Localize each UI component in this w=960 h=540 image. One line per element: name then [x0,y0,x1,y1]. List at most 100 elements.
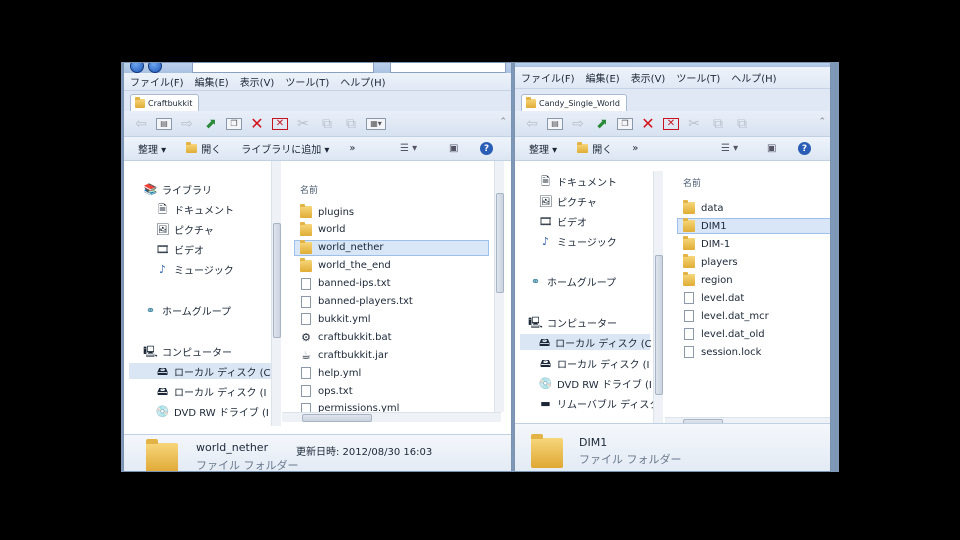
scroll-thumb[interactable] [302,414,372,422]
add-to-library-button[interactable]: ライブラリに追加 ▾ [241,141,329,156]
more-commands-button[interactable]: » [349,143,355,154]
paste-gray-icon[interactable]: ⧉ [733,116,751,132]
file-row[interactable]: level.dat [683,290,744,306]
open-button[interactable]: 開く [186,141,221,156]
file-row[interactable]: ☕ craftbukkit.jar [300,347,388,363]
forward-button[interactable] [148,63,162,73]
file-row[interactable]: banned-ips.txt [300,276,391,292]
cut-icon[interactable]: ✂ [294,116,312,132]
file-row[interactable]: ⚙ craftbukkit.bat [300,329,391,345]
menu-edit[interactable]: 編集(E) [195,74,229,89]
menu-view[interactable]: 表示(V) [240,74,275,89]
nav-videos[interactable]: 🎞 ビデオ [156,241,204,257]
nav-music[interactable]: ♪ ミュージック [156,261,234,277]
help-icon[interactable]: ? [798,142,811,155]
file-row[interactable]: banned-players.txt [300,294,413,310]
menu-help[interactable]: ヘルプ(H) [731,70,776,85]
nav-music[interactable]: ♪ ミュージック [539,233,617,249]
delete-icon[interactable]: ✕ [639,115,657,132]
tab-craftbukkit[interactable]: Craftbukkit [130,94,200,111]
nav-documents[interactable]: 🗎 ドキュメント [156,201,234,217]
navigation-scrollbar[interactable] [653,171,663,423]
column-header-name[interactable]: 名前 [683,176,701,189]
file-row[interactable]: world_the_end [300,257,391,274]
forward-gray-icon[interactable]: ⇨ [178,116,196,132]
navigation-scrollbar[interactable] [271,161,281,426]
back-gray-icon[interactable]: ⇦ [132,116,150,132]
menu-file[interactable]: ファイル(F) [130,74,184,89]
file-row[interactable]: level.dat_mcr [683,308,769,324]
more-commands-button[interactable]: » [632,143,638,154]
copy-icon[interactable]: ❐ [617,117,633,130]
preview-pane-icon[interactable]: ▣ [449,143,458,154]
scroll-thumb[interactable] [273,223,281,338]
nav-pictures[interactable]: 🖼 ピクチャ [156,221,214,237]
menu-tools[interactable]: ツール(T) [676,70,720,85]
menu-edit[interactable]: 編集(E) [586,70,620,85]
nav-homegroup[interactable]: ⚭ ホームグループ [529,273,616,289]
organize-button[interactable]: 整理 ▾ [138,141,166,156]
file-row[interactable]: ops.txt [300,383,353,399]
view-options-icon[interactable]: ☰ ▾ [721,143,738,154]
horizontal-scrollbar[interactable] [282,412,501,422]
nav-local-disk-c[interactable]: 🖴 ローカル ディスク (C [520,334,652,350]
nav-computer[interactable]: 🖳 コンピューター [143,343,232,359]
open-button[interactable]: 開く [577,141,612,156]
nav-removable-disk[interactable]: ▬ リムーバブル ディスク [539,395,655,411]
nav-dvd-drive[interactable]: 💿 DVD RW ドライブ (I [156,403,269,419]
file-row[interactable]: help.yml [300,365,361,381]
paste-gray-icon[interactable]: ⧉ [342,116,360,132]
delete-box-icon[interactable]: ✕ [663,117,679,130]
menu-tools[interactable]: ツール(T) [285,74,329,89]
file-row[interactable]: data [683,200,724,216]
delete-box-icon[interactable]: ✕ [272,117,288,130]
file-row[interactable]: DIM-1 [683,236,730,252]
nav-documents[interactable]: 🗎 ドキュメント [539,173,617,189]
delete-icon[interactable]: ✕ [248,115,266,132]
copy-gray-icon[interactable]: ⧉ [318,116,336,132]
nav-pictures[interactable]: 🖼 ピクチャ [539,193,597,209]
nav-homegroup[interactable]: ⚭ ホームグループ [144,302,231,318]
address-bar[interactable] [192,63,374,73]
cut-icon[interactable]: ✂ [685,116,703,132]
nav-computer[interactable]: 🖳 コンピューター [528,314,617,330]
copy-gray-icon[interactable]: ⧉ [709,116,727,132]
organize-button[interactable]: 整理 ▾ [529,141,557,156]
view-icon[interactable]: ▤ [156,117,172,130]
chevron-icon[interactable]: ⌃ [499,117,507,127]
file-row[interactable]: bukkit.yml [300,311,371,327]
tab-candy-single-world[interactable]: Candy_Single_World [521,94,627,111]
menu-file[interactable]: ファイル(F) [521,70,575,85]
file-row[interactable]: level.dat_old [683,326,765,342]
layout-icon[interactable]: ▦▾ [366,117,386,130]
scroll-thumb[interactable] [496,193,504,293]
forward-gray-icon[interactable]: ⇨ [569,116,587,132]
nav-library[interactable]: 📚 ライブラリ [144,181,212,197]
back-button[interactable] [130,63,144,73]
file-row[interactable]: world_nether [294,239,489,256]
file-row[interactable]: players [683,254,738,270]
file-row[interactable]: session.lock [683,344,761,360]
view-options-icon[interactable]: ☰ ▾ [400,143,417,154]
chevron-icon[interactable]: ⌃ [818,117,826,127]
move-icon[interactable]: ⬈ [202,116,220,132]
back-gray-icon[interactable]: ⇦ [523,116,541,132]
nav-videos[interactable]: 🎞 ビデオ [539,213,587,229]
help-icon[interactable]: ? [480,142,493,155]
file-row[interactable]: DIM1 [677,218,830,234]
menu-view[interactable]: 表示(V) [631,70,666,85]
file-row[interactable]: plugins [300,204,354,220]
file-list-scrollbar[interactable] [494,161,504,412]
nav-dvd-drive[interactable]: 💿 DVD RW ドライブ (I [539,375,652,391]
preview-pane-icon[interactable]: ▣ [767,143,776,154]
search-box[interactable] [390,63,506,73]
nav-local-disk-2[interactable]: 🖴 ローカル ディスク (I [539,355,650,371]
column-header-name[interactable]: 名前 [300,183,318,196]
copy-icon[interactable]: ❐ [226,117,242,130]
file-row[interactable]: world [300,221,346,238]
file-row[interactable]: region [683,272,733,288]
menu-help[interactable]: ヘルプ(H) [340,74,385,89]
move-icon[interactable]: ⬈ [593,116,611,132]
view-icon[interactable]: ▤ [547,117,563,130]
nav-local-disk-c[interactable]: 🖴 ローカル ディスク (C [129,363,273,379]
